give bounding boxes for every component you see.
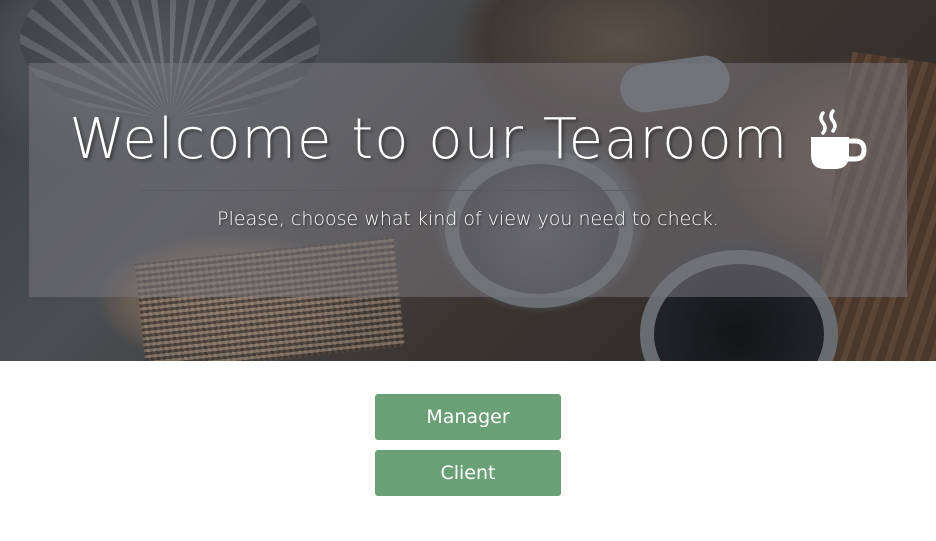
page-title: Welcome to our Tearoom bbox=[69, 107, 789, 172]
client-button[interactable]: Client bbox=[375, 450, 561, 496]
manager-button[interactable]: Manager bbox=[375, 394, 561, 440]
title-divider bbox=[139, 190, 797, 191]
welcome-panel: Welcome to our Tearoom Please, choose wh… bbox=[29, 63, 907, 297]
hero-banner: Welcome to our Tearoom Please, choose wh… bbox=[0, 0, 936, 361]
coffee-cup-icon bbox=[810, 109, 867, 169]
title-row: Welcome to our Tearoom bbox=[29, 107, 907, 173]
page-subtitle: Please, choose what kind of view you nee… bbox=[217, 208, 719, 230]
